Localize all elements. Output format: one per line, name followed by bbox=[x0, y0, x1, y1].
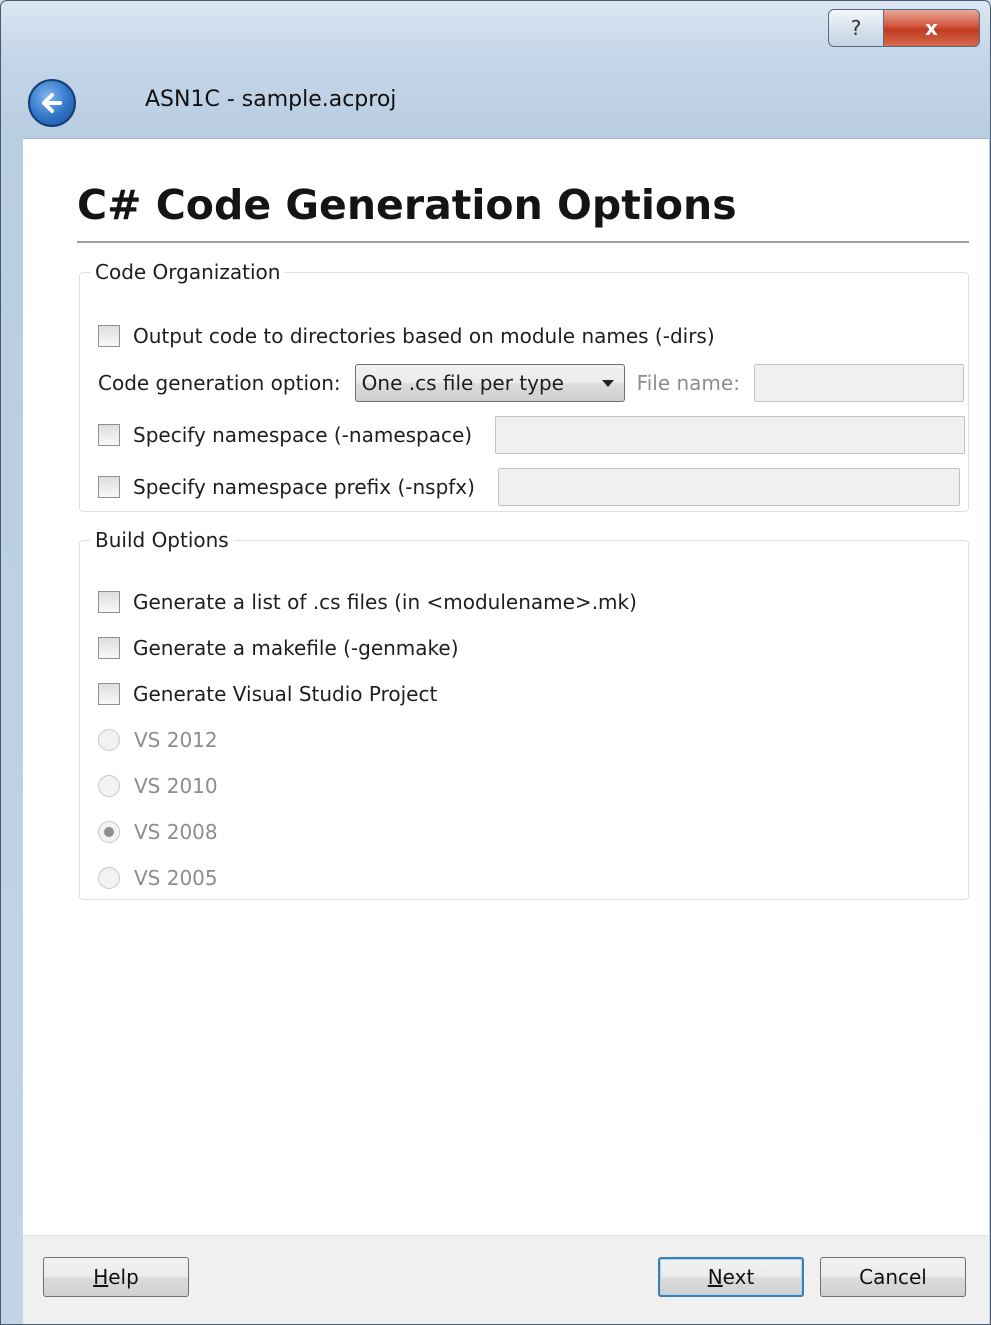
next-button[interactable]: Next bbox=[658, 1257, 804, 1297]
cancel-button[interactable]: Cancel bbox=[820, 1257, 966, 1297]
genmake-label: Generate a makefile (-genmake) bbox=[133, 636, 459, 660]
build-options-group: Build Options Generate a list of .cs fil… bbox=[79, 528, 969, 900]
codegen-option-row: Code generation option: One .cs file per… bbox=[98, 364, 964, 402]
vs2005-radio[interactable] bbox=[98, 867, 120, 889]
back-button[interactable] bbox=[28, 79, 76, 127]
filename-field[interactable] bbox=[753, 364, 964, 402]
namespace-field[interactable] bbox=[495, 416, 966, 454]
help-caption-button[interactable]: ? bbox=[828, 9, 884, 47]
help-button[interactable]: Help bbox=[43, 1257, 189, 1297]
title-divider bbox=[77, 241, 969, 243]
chevron-down-icon bbox=[601, 380, 614, 387]
caption-controls: ? x bbox=[828, 9, 980, 47]
genlist-label: Generate a list of .cs files (in <module… bbox=[133, 590, 637, 614]
vsproject-option[interactable]: Generate Visual Studio Project bbox=[98, 682, 437, 706]
help-label-rest: elp bbox=[108, 1265, 139, 1289]
vs2005-option[interactable]: VS 2005 bbox=[98, 866, 218, 890]
vsproject-checkbox[interactable] bbox=[98, 683, 120, 705]
genmake-checkbox[interactable] bbox=[98, 637, 120, 659]
dirs-checkbox[interactable] bbox=[98, 325, 120, 347]
close-button[interactable]: x bbox=[884, 9, 980, 47]
vs2012-radio[interactable] bbox=[98, 729, 120, 751]
vs2008-radio[interactable] bbox=[98, 821, 120, 843]
back-arrow-icon bbox=[42, 93, 62, 113]
codegen-option-select[interactable]: One .cs file per type bbox=[354, 364, 625, 402]
window-title: ASN1C - sample.acproj bbox=[145, 87, 397, 112]
next-mnemonic: N bbox=[707, 1265, 723, 1289]
build-options-legend: Build Options bbox=[95, 528, 229, 552]
vs2010-label: VS 2010 bbox=[134, 774, 218, 798]
vs2010-option[interactable]: VS 2010 bbox=[98, 774, 218, 798]
genmake-option[interactable]: Generate a makefile (-genmake) bbox=[98, 636, 459, 660]
next-label-rest: ext bbox=[722, 1265, 755, 1289]
vs2012-label: VS 2012 bbox=[134, 728, 218, 752]
vs2005-label: VS 2005 bbox=[134, 866, 218, 890]
question-mark-icon: ? bbox=[850, 16, 862, 40]
namespace-label: Specify namespace (-namespace) bbox=[133, 423, 473, 447]
nspfx-checkbox[interactable] bbox=[98, 476, 120, 498]
code-organization-group: Code Organization Output code to directo… bbox=[79, 260, 969, 512]
help-mnemonic: H bbox=[93, 1265, 109, 1289]
genlist-checkbox[interactable] bbox=[98, 591, 120, 613]
vs2010-radio[interactable] bbox=[98, 775, 120, 797]
wizard-page: C# Code Generation Options Code Organiza… bbox=[23, 138, 989, 1235]
codegen-option-value: One .cs file per type bbox=[361, 371, 564, 395]
vsproject-label: Generate Visual Studio Project bbox=[133, 682, 438, 706]
filename-label: File name: bbox=[636, 371, 740, 395]
vs2012-option[interactable]: VS 2012 bbox=[98, 728, 218, 752]
button-bar: Help Next Cancel bbox=[23, 1235, 989, 1324]
vs2008-label: VS 2008 bbox=[134, 820, 218, 844]
namespace-checkbox[interactable] bbox=[98, 424, 120, 446]
nspfx-field[interactable] bbox=[497, 468, 960, 506]
nspfx-label: Specify namespace prefix (-nspfx) bbox=[133, 475, 475, 499]
nspfx-option: Specify namespace prefix (-nspfx) bbox=[98, 468, 960, 506]
namespace-option: Specify namespace (-namespace) bbox=[98, 416, 966, 454]
close-icon: x bbox=[925, 16, 938, 40]
codegen-label: Code generation option: bbox=[98, 371, 341, 395]
page-title: C# Code Generation Options bbox=[77, 181, 737, 229]
code-organization-legend: Code Organization bbox=[95, 260, 281, 284]
dirs-label: Output code to directories based on modu… bbox=[133, 324, 715, 348]
dirs-option[interactable]: Output code to directories based on modu… bbox=[98, 324, 715, 348]
vs2008-option[interactable]: VS 2008 bbox=[98, 820, 218, 844]
genlist-option[interactable]: Generate a list of .cs files (in <module… bbox=[98, 590, 637, 614]
wizard-window: ? x ASN1C - sample.acproj C# Code Genera… bbox=[0, 0, 991, 1325]
